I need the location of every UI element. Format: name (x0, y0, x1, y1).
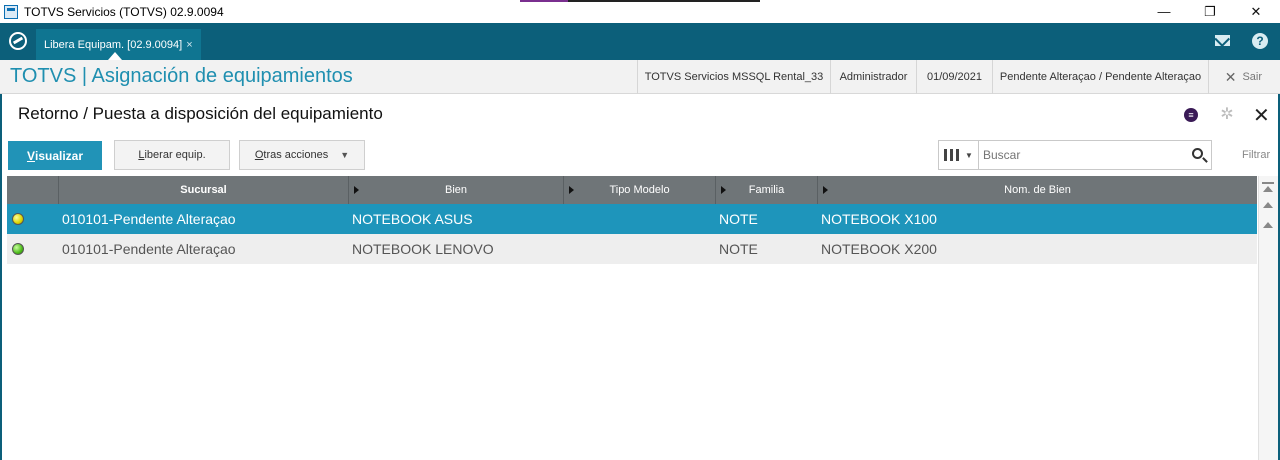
mail-icon[interactable] (1215, 35, 1230, 46)
app-window-icon (4, 4, 18, 19)
column-selector[interactable]: ▼ (939, 141, 979, 169)
otras-acciones-button[interactable]: Otras acciones ▼ (239, 140, 365, 170)
visualizar-button[interactable]: Visualizar (8, 141, 102, 170)
taskbar-accent-strip (520, 0, 760, 2)
filter-link[interactable]: Filtrar (1242, 149, 1270, 161)
search-box: ▼ (938, 140, 1212, 170)
window-close-button[interactable]: ✕ (1233, 0, 1279, 23)
cell-bien: NOTEBOOK ASUS (352, 211, 473, 227)
app-tab-bar: Libera Equipam. [02.9.0094] × ? (0, 23, 1280, 60)
sort-arrow-icon (354, 186, 359, 194)
header-divider (1208, 60, 1209, 94)
app-header: TOTVS | Asignación de equipamientos TOTV… (0, 60, 1280, 94)
cell-familia: NOTE (719, 241, 758, 257)
status-dot-yellow-icon (12, 213, 24, 225)
status-dot-green-icon (12, 243, 24, 255)
cell-nom-bien: NOTEBOOK X100 (821, 211, 937, 227)
screen-help-icon[interactable]: ≡ (1184, 108, 1198, 122)
liberar-equip-button[interactable]: Liberar equip. (114, 140, 230, 170)
page-title: TOTVS | Asignación de equipamientos (10, 65, 353, 87)
column-header-label: Sucursal (180, 184, 227, 196)
column-header-familia[interactable]: Familia (716, 176, 818, 204)
window-title: TOTVS Servicios (TOTVS) 02.9.0094 (24, 4, 224, 19)
columns-icon-bar (950, 149, 954, 161)
otras-mnemonic: O (254, 149, 264, 161)
cell-sucursal: 010101-Pendente Alteraçao (62, 241, 236, 257)
screen-title: Retorno / Puesta a disposición del equip… (18, 104, 383, 123)
left-border (0, 94, 2, 460)
chevron-down-icon: ▼ (340, 150, 350, 160)
date-label: 01/09/2021 (916, 60, 992, 94)
status-label: Pendente Alteraçao / Pendente Alteraçao (992, 60, 1208, 94)
active-tab-indicator (108, 52, 122, 60)
chevron-down-icon: ▼ (965, 150, 973, 160)
logout-label: Sair (1242, 71, 1262, 83)
window-titlebar: TOTVS Servicios (TOTVS) 02.9.0094 — ❐ ✕ (0, 0, 1280, 23)
sort-arrow-icon (721, 186, 726, 194)
scroll-top-icon[interactable] (1263, 186, 1273, 192)
user-label: Administrador (830, 60, 916, 94)
logout-close-icon: ✕ (1224, 68, 1237, 85)
visualizar-mnemonic: V (26, 148, 35, 163)
sort-arrow-icon (823, 186, 828, 194)
cell-bien: NOTEBOOK LENOVO (352, 241, 494, 257)
cell-familia: NOTE (719, 211, 758, 227)
column-header-nom-bien[interactable]: Nom. de Bien (818, 176, 1257, 204)
logout-button[interactable]: ✕ Sair (1225, 60, 1262, 94)
column-header-bien[interactable]: Bien (349, 176, 564, 204)
minimize-button[interactable]: — (1141, 0, 1187, 23)
column-header-sucursal[interactable]: Sucursal (59, 176, 349, 204)
search-input[interactable] (983, 147, 1173, 163)
search-icon[interactable] (1192, 148, 1203, 159)
status-column-header[interactable] (7, 176, 59, 204)
column-header-label: Familia (748, 184, 785, 196)
tab-close-icon[interactable]: × (186, 39, 192, 51)
gear-icon[interactable]: ✲ (1219, 107, 1235, 123)
columns-icon (944, 149, 948, 161)
scroll-top-bar (1262, 182, 1274, 184)
close-screen-icon[interactable]: ✕ (1253, 103, 1270, 128)
help-icon[interactable]: ? (1252, 33, 1268, 49)
table-row[interactable]: 010101-Pendente Alteraçao NOTEBOOK ASUS … (7, 204, 1257, 234)
maximize-button[interactable]: ❐ (1187, 0, 1233, 23)
column-header-tipo-modelo[interactable]: Tipo Modelo (564, 176, 716, 204)
sort-arrow-icon (569, 186, 574, 194)
environment-label: TOTVS Servicios MSSQL Rental_33 (637, 60, 830, 94)
totvs-logo-icon[interactable] (9, 32, 27, 50)
grid-scrollbar[interactable] (1258, 176, 1278, 460)
column-header-label: Nom. de Bien (1004, 184, 1071, 196)
column-header-label: Bien (444, 184, 468, 196)
columns-icon-bar (956, 149, 960, 161)
scroll-page-up-icon[interactable] (1263, 222, 1273, 228)
tab-label: Libera Equipam. [02.9.0094] (44, 38, 183, 51)
visualizar-label: isualizar (34, 148, 84, 163)
otras-label: tras acciones (263, 149, 329, 161)
grid-header: Sucursal Bien Tipo Modelo Familia Nom. d… (7, 176, 1257, 204)
table-row[interactable]: 010101-Pendente Alteraçao NOTEBOOK LENOV… (7, 234, 1257, 264)
scroll-up-icon[interactable] (1263, 202, 1273, 208)
column-header-label: Tipo Modelo (609, 184, 670, 196)
cell-sucursal: 010101-Pendente Alteraçao (62, 211, 236, 227)
liberar-label: iberar equip. (144, 149, 206, 161)
cell-nom-bien: NOTEBOOK X200 (821, 241, 937, 257)
